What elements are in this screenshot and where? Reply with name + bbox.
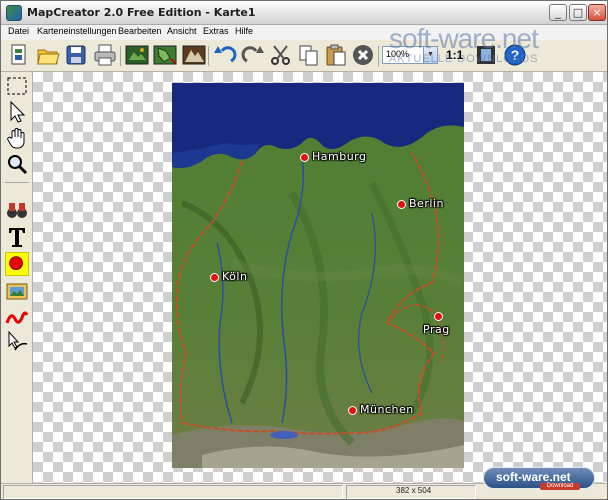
map-canvas[interactable]: Hamburg Berlin Köln Prag München — [33, 72, 607, 483]
app-icon — [6, 5, 22, 21]
city-marker-koeln[interactable] — [210, 273, 219, 282]
select-rectangle-icon[interactable] — [5, 74, 29, 98]
open-folder-icon[interactable] — [36, 43, 60, 67]
new-document-icon[interactable] — [7, 43, 31, 67]
save-icon[interactable] — [64, 43, 88, 67]
paste-icon[interactable] — [324, 43, 348, 67]
image-icon[interactable] — [5, 279, 29, 303]
title-bar: MapCreator 2.0 Free Edition - Karte1 _ □… — [1, 1, 607, 25]
copy-icon[interactable] — [297, 43, 321, 67]
city-marker-muenchen[interactable] — [348, 406, 357, 415]
pointer-icon[interactable] — [5, 100, 29, 124]
delete-icon[interactable] — [351, 43, 375, 67]
app-window: MapCreator 2.0 Free Edition - Karte1 _ □… — [0, 0, 608, 500]
redo-icon[interactable] — [241, 43, 265, 67]
badge-download: Download — [540, 483, 580, 490]
text-icon[interactable] — [5, 225, 29, 249]
minimize-button[interactable]: _ — [549, 4, 567, 21]
window-title: MapCreator 2.0 Free Edition - Karte1 — [27, 6, 256, 19]
line-icon[interactable] — [5, 305, 29, 329]
menu-karteneinstellungen[interactable]: Karteneinstellungen — [37, 26, 117, 36]
city-label-koeln[interactable]: Köln — [222, 270, 247, 283]
map-region-icon[interactable] — [153, 43, 177, 67]
menu-ansicht[interactable]: Ansicht — [167, 26, 197, 36]
toolbar-separator — [378, 46, 379, 66]
menu-extras[interactable]: Extras — [203, 26, 229, 36]
map-pattern-icon[interactable] — [182, 43, 206, 67]
badge-brand: soft-ware.net — [496, 470, 571, 484]
watermark-badge: soft-ware.net Download — [483, 467, 595, 490]
route-icon[interactable] — [5, 330, 29, 354]
city-marker-prag[interactable] — [434, 312, 443, 321]
city-label-prag[interactable]: Prag — [423, 323, 450, 336]
magnifier-icon[interactable] — [5, 152, 29, 176]
watermark-logo: soft-ware.net AKTUELLE DOWNLOADS — [389, 23, 589, 67]
toolbar-separator — [120, 46, 121, 66]
germany-map[interactable]: Hamburg Berlin Köln Prag München — [172, 83, 464, 468]
city-marker-berlin[interactable] — [397, 200, 406, 209]
city-label-muenchen[interactable]: München — [360, 403, 414, 416]
undo-icon[interactable] — [213, 43, 237, 67]
map-export-icon[interactable] — [125, 43, 149, 67]
maximize-button[interactable]: □ — [569, 4, 587, 21]
print-icon[interactable] — [93, 43, 117, 67]
map-size-readout: 382 x 504 — [396, 486, 432, 495]
tool-separator — [5, 182, 29, 183]
watermark-brand: soft-ware.net — [389, 23, 539, 54]
hand-icon[interactable] — [5, 126, 29, 150]
cut-icon[interactable] — [269, 43, 293, 67]
watermark-tagline: AKTUELLE DOWNLOADS — [389, 53, 539, 65]
city-label-berlin[interactable]: Berlin — [409, 197, 444, 210]
tool-sidebar — [1, 72, 33, 483]
city-marker-hamburg[interactable] — [300, 153, 309, 162]
status-cell-main — [3, 485, 343, 499]
menu-hilfe[interactable]: Hilfe — [235, 26, 253, 36]
binoculars-icon[interactable] — [5, 198, 29, 222]
city-label-hamburg[interactable]: Hamburg — [312, 150, 367, 163]
toolbar-separator — [208, 46, 209, 66]
menu-bearbeiten[interactable]: Bearbeiten — [118, 26, 162, 36]
city-marker-tool[interactable] — [5, 252, 29, 276]
menu-datei[interactable]: Datei — [8, 26, 29, 36]
city-marker-icon — [9, 256, 23, 270]
close-button[interactable]: × — [588, 4, 606, 21]
